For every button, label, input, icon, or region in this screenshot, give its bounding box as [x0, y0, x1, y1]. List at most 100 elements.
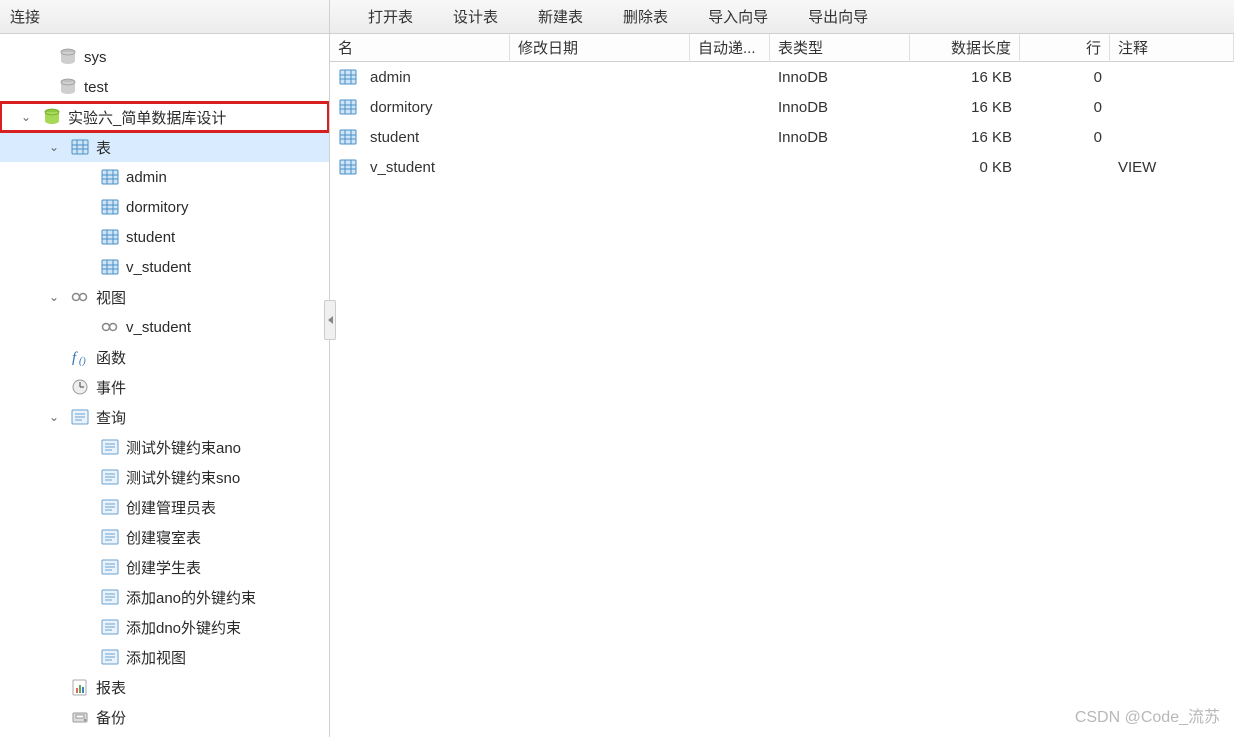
table-item[interactable]: admin: [0, 162, 329, 192]
folder-label: 查询: [96, 407, 126, 428]
open-table-button[interactable]: 打开表: [340, 4, 419, 29]
backup-folder[interactable]: 备份: [0, 702, 329, 732]
cell-type: InnoDB: [770, 125, 910, 150]
db-label: test: [84, 79, 108, 96]
folder-label: 报表: [96, 677, 126, 698]
events-folder[interactable]: 事件: [0, 372, 329, 402]
col-header-date[interactable]: 修改日期: [510, 34, 690, 62]
cell-auto: [690, 103, 770, 111]
table-row[interactable]: v_student0 KBVIEW: [330, 152, 1234, 182]
table-label: student: [126, 229, 175, 246]
query-item[interactable]: 添加ano的外键约束: [0, 582, 329, 612]
chevron-down-icon[interactable]: ⌄: [46, 140, 62, 154]
table-icon: [100, 167, 120, 187]
table-item[interactable]: v_student: [0, 252, 329, 282]
table-label: admin: [126, 169, 167, 186]
table-icon: [338, 127, 358, 147]
reports-folder[interactable]: 报表: [0, 672, 329, 702]
query-icon: [100, 437, 120, 457]
query-item[interactable]: 测试外键约束sno: [0, 462, 329, 492]
db-sys[interactable]: sys: [0, 42, 329, 72]
col-header-length[interactable]: 数据长度: [910, 34, 1020, 62]
cell-length: 16 KB: [910, 65, 1020, 90]
connection-tree: sys test ⌄ 实验六_简单数据库设计 ⌄ 表: [0, 34, 329, 737]
col-header-rows[interactable]: 行: [1020, 34, 1110, 62]
folder-label: 事件: [96, 377, 126, 398]
table-row[interactable]: dormitory InnoDB16 KB0: [330, 92, 1234, 122]
folder-label: 视图: [96, 287, 126, 308]
cell-length: 16 KB: [910, 95, 1020, 120]
chevron-down-icon[interactable]: ⌄: [46, 290, 62, 304]
db-label: sys: [84, 49, 107, 66]
new-table-button[interactable]: 新建表: [510, 4, 589, 29]
table-row[interactable]: studentInnoDB16 KB0: [330, 122, 1234, 152]
query-item[interactable]: 创建管理员表: [0, 492, 329, 522]
table-icon: [100, 227, 120, 247]
button-label: 删除表: [623, 6, 668, 27]
chevron-down-icon[interactable]: ⌄: [18, 110, 34, 124]
cell-rows: 0: [1020, 95, 1110, 120]
cell-auto: [690, 163, 770, 171]
view-item[interactable]: v_student: [0, 312, 329, 342]
cell-auto: [690, 133, 770, 141]
delete-icon: [601, 8, 619, 26]
queries-folder[interactable]: ⌄ 查询: [0, 402, 329, 432]
function-icon: [70, 347, 90, 367]
tables-folder[interactable]: ⌄ 表: [0, 132, 329, 162]
view-icon: [100, 317, 120, 337]
folder-label: 表: [96, 137, 111, 158]
toolbar: 打开表 设计表 新建表 删除表 导入向导 导出向导: [330, 0, 1234, 34]
import-icon: [686, 8, 704, 26]
query-icon: [100, 527, 120, 547]
query-item[interactable]: 创建学生表: [0, 552, 329, 582]
view-label: v_student: [126, 319, 191, 336]
col-header-type[interactable]: 表类型: [770, 34, 910, 62]
query-icon: [100, 467, 120, 487]
export-wizard-button[interactable]: 导出向导: [780, 4, 874, 29]
query-label: 创建学生表: [126, 557, 201, 578]
cell-rows: 0: [1020, 65, 1110, 90]
table-icon: [338, 97, 358, 117]
cell-type: InnoDB: [770, 95, 910, 120]
button-label: 设计表: [453, 6, 498, 27]
cell-name: student: [370, 129, 419, 146]
query-item[interactable]: 添加dno外键约束: [0, 612, 329, 642]
views-folder[interactable]: ⌄ 视图: [0, 282, 329, 312]
cell-rows: [1020, 163, 1110, 171]
table-icon: [338, 67, 358, 87]
col-header-name[interactable]: 名: [330, 34, 510, 62]
import-wizard-button[interactable]: 导入向导: [680, 4, 774, 29]
table-row[interactable]: adminInnoDB16 KB0: [330, 62, 1234, 92]
query-label: 添加ano的外键约束: [126, 587, 256, 608]
col-header-note[interactable]: 注释: [1110, 34, 1234, 62]
button-label: 导出向导: [808, 6, 868, 27]
button-label: 打开表: [368, 6, 413, 27]
table-item[interactable]: dormitory: [0, 192, 329, 222]
query-label: 添加视图: [126, 647, 186, 668]
chevron-down-icon[interactable]: ⌄: [46, 410, 62, 424]
query-icon: [100, 557, 120, 577]
design-icon: [431, 8, 449, 26]
db-test[interactable]: test: [0, 72, 329, 102]
export-icon: [786, 8, 804, 26]
query-label: 测试外键约束sno: [126, 467, 240, 488]
delete-table-button[interactable]: 删除表: [595, 4, 674, 29]
query-icon: [100, 647, 120, 667]
query-item[interactable]: 测试外键约束ano: [0, 432, 329, 462]
query-item[interactable]: 添加视图: [0, 642, 329, 672]
query-item[interactable]: 创建寝室表: [0, 522, 329, 552]
query-label: 创建寝室表: [126, 527, 201, 548]
col-header-auto[interactable]: 自动递...: [690, 34, 770, 62]
cell-name: dormitory: [370, 99, 433, 116]
table-item[interactable]: student: [0, 222, 329, 252]
table-icon: [100, 197, 120, 217]
design-table-button[interactable]: 设计表: [425, 4, 504, 29]
cell-length: 0 KB: [910, 155, 1020, 180]
query-label: 添加dno外键约束: [126, 617, 241, 638]
functions-folder[interactable]: 函数: [0, 342, 329, 372]
query-label: 测试外键约束ano: [126, 437, 241, 458]
cell-date: [510, 103, 690, 111]
db-experiment6[interactable]: ⌄ 实验六_简单数据库设计: [0, 102, 329, 132]
cell-note: [1110, 103, 1234, 111]
query-icon: [100, 587, 120, 607]
